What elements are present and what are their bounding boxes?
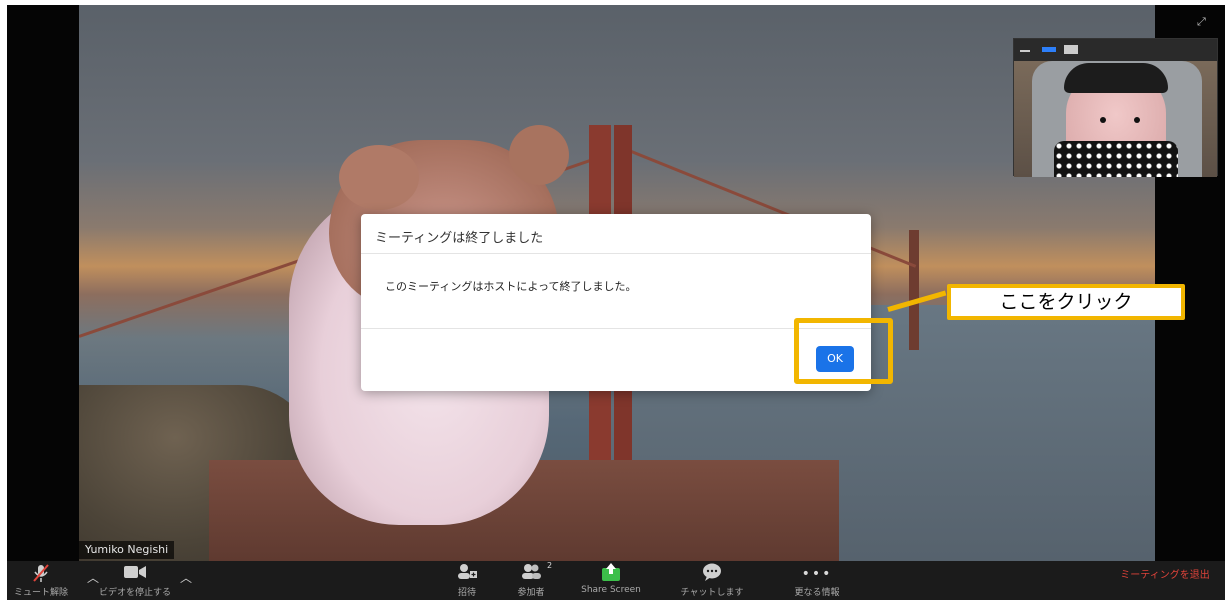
self-view-video (1014, 61, 1217, 177)
participants-count-badge: 2 (547, 561, 553, 570)
gallery-view-icon[interactable] (1042, 47, 1056, 52)
video-options-chevron-icon[interactable]: ︿ (180, 569, 192, 586)
meeting-toolbar: ミュート解除 ︿ ビデオを停止する ︿ 招待 2 参加者 Share Scree… (7, 561, 1225, 600)
video-camera-icon (95, 563, 175, 585)
hamster-plush-ear (509, 125, 569, 185)
background-far-tower (909, 230, 919, 350)
share-screen-button[interactable]: Share Screen (573, 563, 649, 595)
mute-button[interactable]: ミュート解除 (9, 563, 73, 598)
video-label: ビデオを停止する (98, 588, 171, 598)
invite-user-icon (447, 563, 487, 585)
doll-eye (1100, 117, 1106, 123)
invite-label: 招待 (457, 588, 476, 598)
dialog-title: ミーティングは終了しました (361, 214, 871, 254)
mute-label: ミュート解除 (13, 588, 68, 598)
doll-hair (1064, 63, 1168, 93)
chat-label: チャットします (680, 588, 744, 598)
participants-label: 参加者 (517, 588, 545, 598)
left-letterbox (7, 5, 79, 561)
participants-button[interactable]: 2 参加者 (507, 561, 555, 598)
leave-meeting-button[interactable]: ミーティングを退出 (1115, 569, 1215, 582)
chat-bubble-icon (672, 563, 752, 585)
microphone-muted-icon (9, 563, 73, 585)
more-label: 更なる情報 (794, 588, 840, 598)
share-screen-label: Share Screen (581, 585, 641, 595)
hamster-plush-ear (339, 145, 419, 210)
participant-name-tag: Yumiko Negishi (79, 541, 175, 559)
chat-button[interactable]: チャットします (672, 563, 752, 598)
invite-button[interactable]: 招待 (447, 563, 487, 598)
share-screen-icon (573, 563, 649, 585)
full-view-icon[interactable] (1064, 45, 1078, 54)
stop-video-button[interactable]: ビデオを停止する (95, 563, 175, 598)
minimize-icon[interactable] (1020, 50, 1030, 52)
self-view-controls (1014, 39, 1217, 61)
fullscreen-icon[interactable]: ⤢ (1197, 15, 1206, 29)
zoom-meeting-window: Yumiko Negishi ⤢ ミーティングは終了しました このミーティングは… (7, 5, 1225, 600)
more-button[interactable]: ••• 更なる情報 (781, 563, 853, 598)
callout-label: ここをクリック (947, 284, 1185, 320)
doll-eye (1134, 117, 1140, 123)
more-dots-icon: ••• (801, 566, 833, 582)
doll-dress (1054, 141, 1178, 177)
self-view-thumbnail[interactable] (1013, 38, 1218, 177)
ok-highlight-box (794, 318, 893, 384)
